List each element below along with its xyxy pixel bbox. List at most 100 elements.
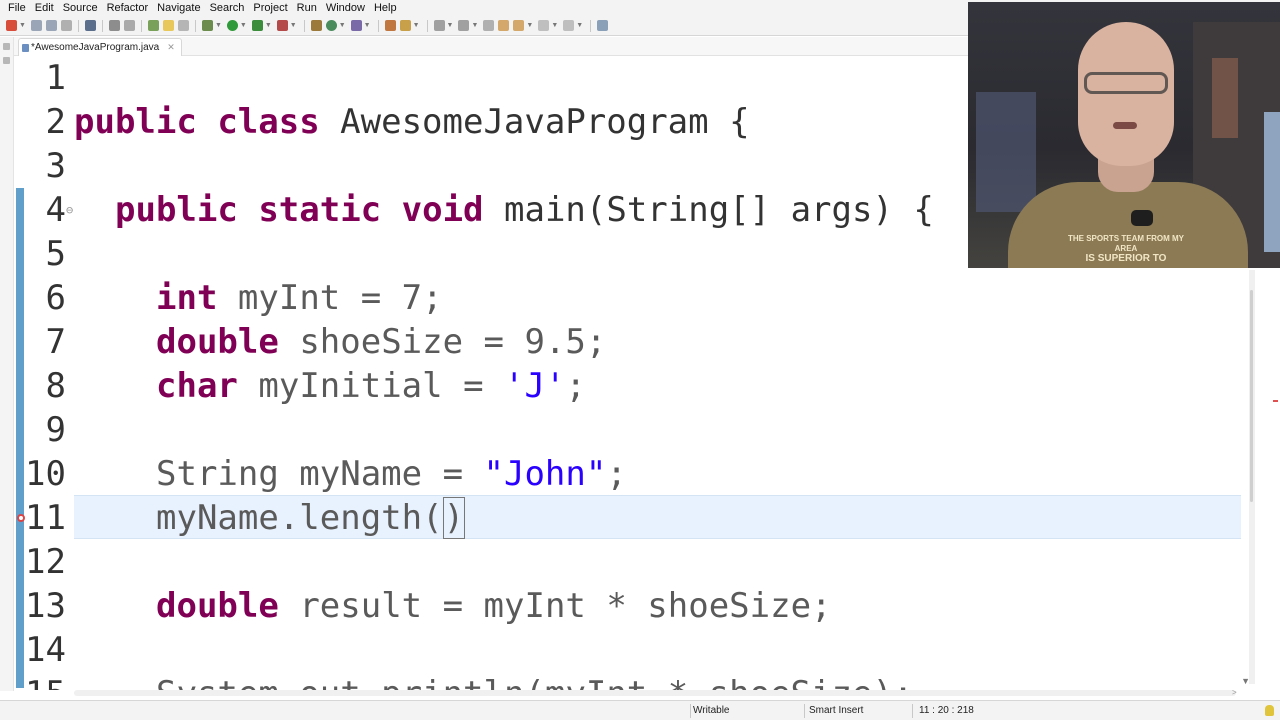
menu-help[interactable]: Help (370, 2, 402, 14)
menu-source[interactable]: Source (59, 2, 103, 14)
open-type-icon[interactable] (384, 20, 396, 31)
status-insert-mode[interactable]: Smart Insert (809, 705, 863, 716)
overview-error-mark[interactable] (1273, 400, 1278, 402)
string-literal: "John" (483, 454, 607, 494)
menu-search[interactable]: Search (206, 2, 250, 14)
menu-refactor[interactable]: Refactor (103, 2, 154, 14)
statement: result = myInt * shoeSize; (299, 586, 832, 626)
keyword: public (74, 102, 197, 142)
previous-annotation-icon[interactable] (458, 20, 470, 31)
restore-view-icon[interactable] (3, 43, 10, 50)
line-number: 11 (25, 498, 66, 538)
show-whitespace-icon[interactable] (177, 20, 189, 31)
scroll-right-arrow-icon[interactable]: > (1232, 688, 1237, 697)
toolbar-separator (590, 19, 592, 32)
previous-annotation-dropdown-icon[interactable]: ▼ (471, 22, 478, 29)
new-interface-icon[interactable] (350, 20, 362, 31)
code-line: 15 System.out.println(myInt * shoeSize); (14, 672, 1244, 690)
menu-file[interactable]: File (4, 2, 31, 14)
coverage-icon[interactable] (251, 20, 263, 31)
history-forward-icon[interactable] (563, 20, 575, 31)
toggle-mark-icon[interactable] (147, 20, 159, 31)
keyword: double (156, 322, 279, 362)
toolbar-separator (194, 19, 196, 32)
external-tools-dropdown-icon[interactable]: ▼ (290, 22, 297, 29)
statement: myInt = 7; (237, 278, 443, 318)
toolbar-separator (377, 19, 379, 32)
run-dropdown-icon[interactable]: ▼ (240, 22, 247, 29)
forward-icon[interactable] (513, 20, 525, 31)
search-icon[interactable] (399, 20, 411, 31)
status-cursor-position[interactable]: 11 : 20 : 218 (919, 705, 974, 716)
new-file-icon[interactable] (6, 20, 17, 31)
code-line: 7 double shoeSize = 9.5; (14, 320, 1244, 364)
next-annotation-dropdown-icon[interactable]: ▼ (447, 22, 454, 29)
back-icon[interactable] (498, 20, 510, 31)
keyword: class (217, 102, 320, 142)
new-dropdown-icon[interactable]: ▼ (19, 22, 26, 29)
debug-icon[interactable] (201, 20, 213, 31)
debug-dropdown-icon[interactable]: ▼ (215, 22, 222, 29)
toolbar-separator (426, 19, 428, 32)
print-icon[interactable] (60, 20, 72, 31)
run-icon[interactable] (226, 20, 238, 31)
save-all-icon[interactable] (45, 20, 57, 31)
menu-edit[interactable]: Edit (31, 2, 59, 14)
step-icon[interactable] (123, 20, 135, 31)
new-package-icon[interactable] (310, 20, 322, 31)
menu-project[interactable]: Project (249, 2, 292, 14)
presenter-mouth (1113, 122, 1137, 129)
menu-run[interactable]: Run (293, 2, 322, 14)
toolbar-separator (303, 19, 305, 32)
skip-breakpoints-icon[interactable] (108, 20, 120, 31)
highlight-icon[interactable] (162, 20, 174, 31)
keyword: int (156, 278, 218, 318)
code-line: 12 (14, 540, 1244, 584)
history-back-dropdown-icon[interactable]: ▼ (551, 22, 558, 29)
last-edit-icon[interactable] (483, 20, 495, 31)
horizontal-scrollbar[interactable] (74, 690, 1236, 696)
presenter-head (1078, 22, 1174, 166)
next-annotation-icon[interactable] (433, 20, 445, 31)
new-interface-dropdown-icon[interactable]: ▼ (364, 22, 371, 29)
vertical-scroll-thumb[interactable] (1250, 290, 1253, 502)
external-tools-icon[interactable] (276, 20, 288, 31)
code-line: 13 double result = myInt * shoeSize; (14, 584, 1244, 628)
history-back-icon[interactable] (538, 20, 550, 31)
keyword: char (156, 366, 238, 406)
scroll-down-arrow-icon[interactable]: ▼ (1241, 676, 1250, 686)
line-number: 4 (45, 190, 66, 230)
code-text: double result = myInt * shoeSize; (156, 586, 832, 626)
fold-toggle-icon[interactable]: ⊖ (66, 203, 73, 217)
code-line: 9 (14, 408, 1244, 452)
statement: String myName = (156, 454, 484, 494)
keyword: static (258, 190, 382, 230)
line-number: 15 (14, 674, 66, 690)
tab-label: *AwesomeJavaProgram.java (31, 42, 160, 53)
terminal-icon[interactable] (84, 20, 96, 31)
menu-navigate[interactable]: Navigate (153, 2, 205, 14)
toolbar-separator (101, 19, 103, 32)
status-separator (804, 704, 805, 718)
tip-bulb-icon[interactable] (1265, 705, 1274, 716)
save-icon[interactable] (30, 20, 42, 31)
close-icon[interactable]: ✕ (167, 42, 175, 53)
class-name: AwesomeJavaProgram { (340, 102, 750, 142)
coverage-dropdown-icon[interactable]: ▼ (265, 22, 272, 29)
background-window (976, 92, 1036, 212)
status-separator (690, 704, 691, 718)
tab-awesome-java-program[interactable]: *AwesomeJavaProgram.java ✕ (18, 38, 182, 56)
package-explorer-icon[interactable] (3, 57, 10, 64)
code-text: double shoeSize = 9.5; (156, 322, 606, 362)
line-number: 7 (45, 322, 66, 362)
webcam-overlay: THE SPORTS TEAM FROM MY AREA IS SUPERIOR… (968, 2, 1280, 268)
pin-editor-icon[interactable] (597, 20, 609, 31)
menu-window[interactable]: Window (322, 2, 370, 14)
forward-dropdown-icon[interactable]: ▼ (526, 22, 533, 29)
new-class-dropdown-icon[interactable]: ▼ (339, 22, 346, 29)
toolbar-separator (77, 19, 79, 32)
search-dropdown-icon[interactable]: ▼ (413, 22, 420, 29)
line-number: 1 (45, 58, 66, 98)
history-forward-dropdown-icon[interactable]: ▼ (576, 22, 583, 29)
new-class-icon[interactable] (325, 20, 337, 31)
